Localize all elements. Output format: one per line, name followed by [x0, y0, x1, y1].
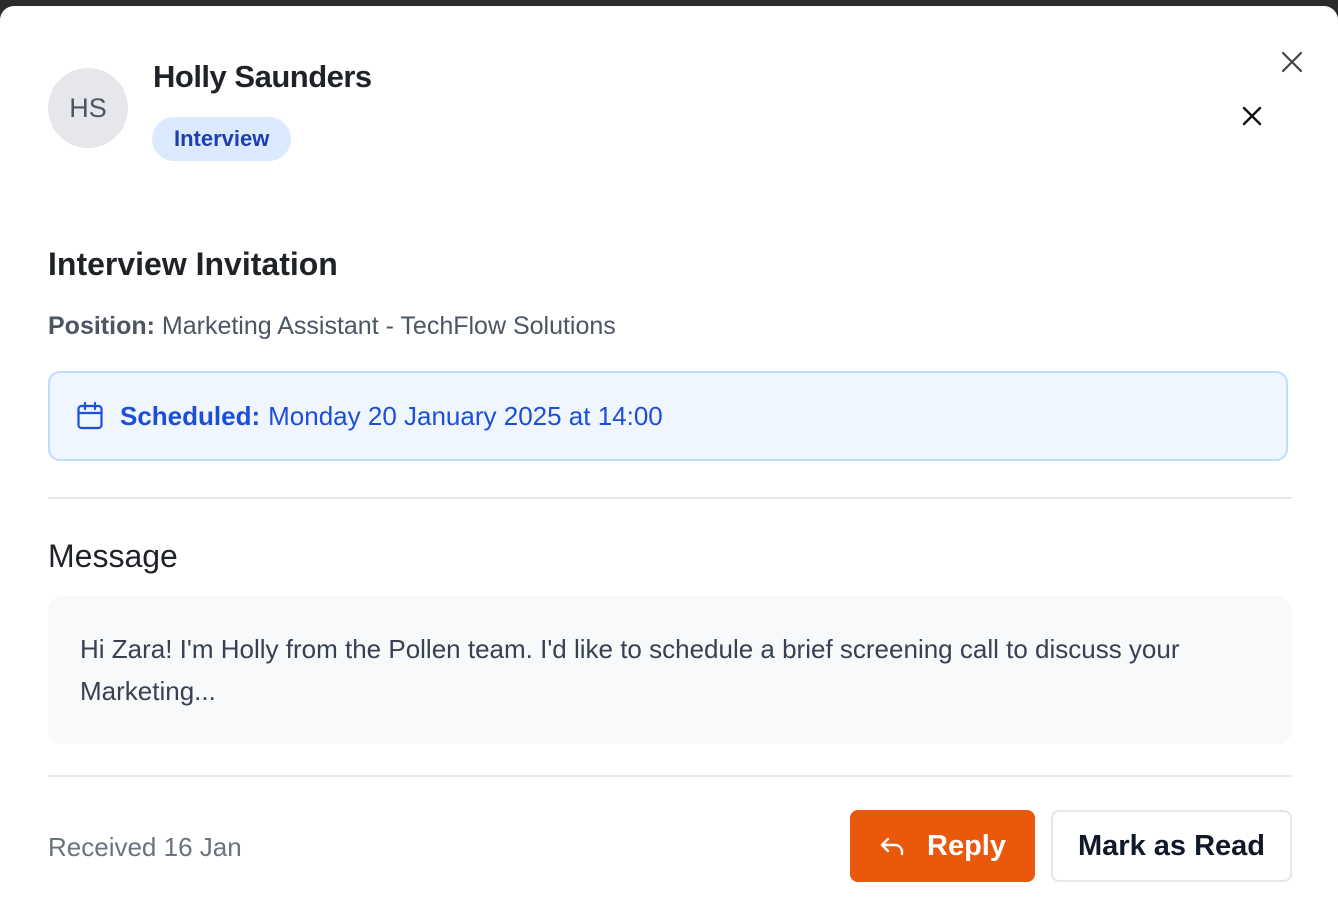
- message-body: Hi Zara! I'm Holly from the Pollen team.…: [48, 596, 1292, 744]
- close-icon[interactable]: [1236, 100, 1268, 132]
- schedule-label: Scheduled:: [120, 400, 261, 431]
- reply-button[interactable]: Reply: [850, 810, 1035, 882]
- position-label: Position:: [48, 312, 155, 340]
- divider: [48, 497, 1292, 499]
- sender-name: Holly Saunders: [153, 59, 372, 94]
- schedule-value: Monday 20 January 2025 at 14:00: [268, 400, 663, 431]
- avatar: HS: [48, 68, 128, 148]
- category-tag: Interview: [152, 117, 292, 161]
- divider: [48, 775, 1292, 777]
- reply-label: Reply: [927, 829, 1006, 862]
- schedule-banner: Scheduled: Monday 20 January 2025 at 14:…: [48, 371, 1288, 461]
- message-heading: Message: [48, 538, 178, 574]
- position-value: Marketing Assistant - TechFlow Solutions: [161, 312, 616, 340]
- received-date: Received 16 Jan: [48, 832, 242, 862]
- reply-arrow-icon: [879, 836, 905, 856]
- mark-as-read-button[interactable]: Mark as Read: [1051, 810, 1292, 882]
- close-icon[interactable]: [1276, 46, 1308, 78]
- position-line: Position: Marketing Assistant - TechFlow…: [48, 312, 616, 341]
- calendar-icon: [76, 401, 104, 431]
- message-title: Interview Invitation: [48, 246, 338, 282]
- message-modal: HS Holly Saunders Interview Interview In…: [0, 6, 1338, 922]
